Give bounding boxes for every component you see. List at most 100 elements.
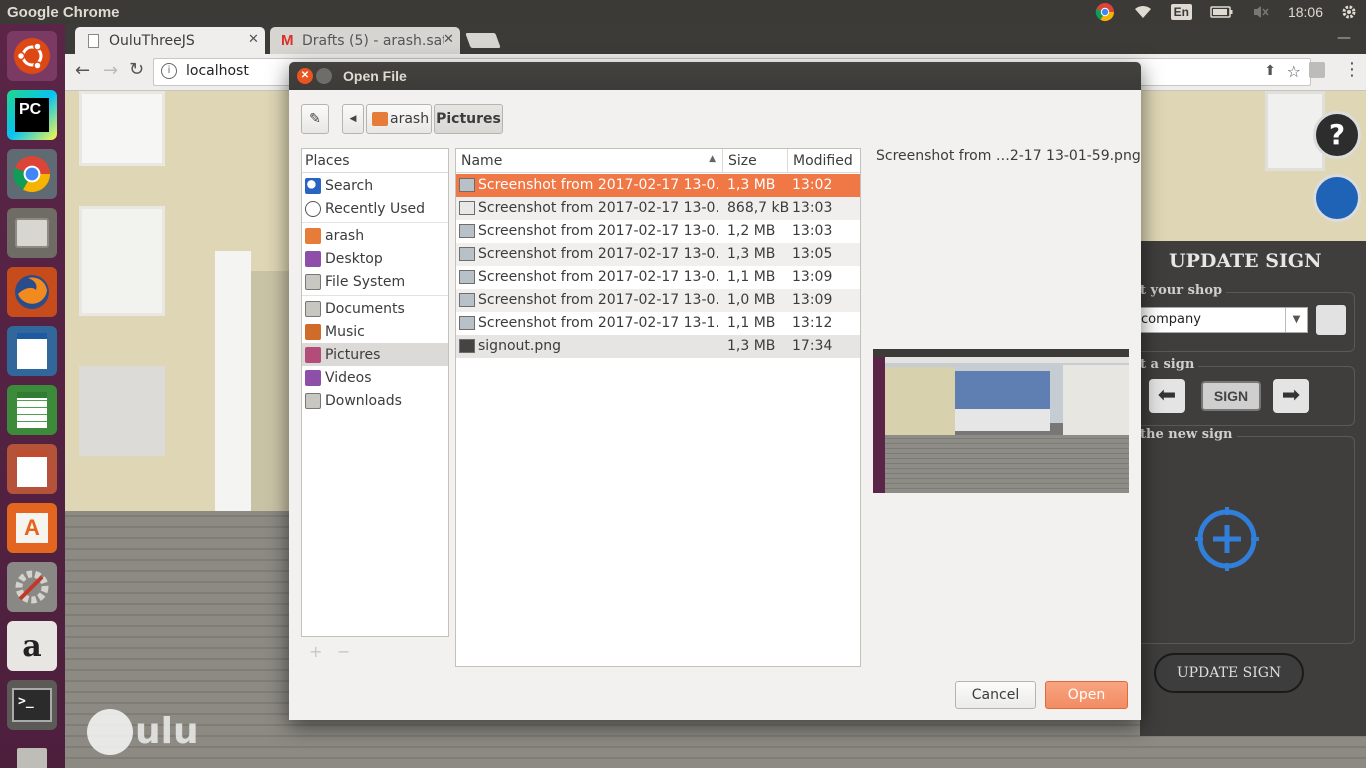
- shop-icon[interactable]: [1316, 305, 1346, 335]
- path-button-arash[interactable]: arash: [366, 104, 432, 134]
- forward-icon[interactable]: →: [103, 60, 118, 81]
- place-home[interactable]: arash: [302, 224, 448, 247]
- place-filesystem[interactable]: File System: [302, 270, 448, 293]
- pin-icon[interactable]: ⬆: [1264, 63, 1276, 79]
- chrome-indicator-icon[interactable]: [1095, 2, 1115, 22]
- arrow-right-icon[interactable]: ➡: [1273, 379, 1309, 413]
- new-tab-button[interactable]: [465, 33, 501, 48]
- file-row[interactable]: Screenshot from 2017-02-17 13-0… 1,2 MB …: [456, 220, 860, 243]
- settings-icon[interactable]: [7, 562, 57, 612]
- writer-icon[interactable]: [7, 326, 57, 376]
- pycharm-icon[interactable]: PC: [7, 90, 57, 140]
- column-label: Name: [461, 153, 503, 169]
- files-icon[interactable]: [7, 208, 57, 258]
- place-music[interactable]: Music: [302, 320, 448, 343]
- user-icon[interactable]: [1313, 174, 1361, 222]
- battery-icon[interactable]: [1210, 5, 1234, 19]
- file-row[interactable]: Screenshot from 2017-02-17 13-0… 1,1 MB …: [456, 266, 860, 289]
- shop-legend: t your shop: [1140, 283, 1227, 298]
- close-icon[interactable]: ✕: [297, 68, 313, 84]
- chrome-icon[interactable]: [7, 149, 57, 199]
- window-controls[interactable]: —: [1337, 30, 1351, 46]
- sign-legend: t a sign: [1140, 357, 1199, 372]
- place-recent[interactable]: Recently Used: [302, 197, 448, 220]
- ubuntu-dash-icon[interactable]: [7, 31, 57, 81]
- firefox-icon[interactable]: [7, 267, 57, 317]
- chevron-down-icon[interactable]: ▼: [1285, 308, 1307, 332]
- file-name: Screenshot from 2017-02-17 13-0…: [478, 177, 718, 193]
- file-row[interactable]: Screenshot from 2017-02-17 13-1… 1,1 MB …: [456, 312, 860, 335]
- place-videos[interactable]: Videos: [302, 366, 448, 389]
- file-name: Screenshot from 2017-02-17 13-0…: [478, 246, 718, 262]
- place-documents[interactable]: Documents: [302, 297, 448, 320]
- menu-icon[interactable]: ⋮: [1343, 59, 1361, 80]
- file-name: Screenshot from 2017-02-17 13-0…: [478, 269, 718, 285]
- extension-icon[interactable]: [1309, 62, 1325, 78]
- path-label: arash: [390, 111, 430, 127]
- help-icon[interactable]: ?: [1313, 111, 1361, 159]
- arrow-left-icon[interactable]: ⬅: [1149, 379, 1185, 413]
- places-sidebar: Places Search Recently Used arash Deskto…: [301, 148, 449, 637]
- cancel-button[interactable]: Cancel: [955, 681, 1036, 709]
- file-row[interactable]: Screenshot from 2017-02-17 13-0… 868,7 k…: [456, 197, 860, 220]
- add-image-icon[interactable]: [1195, 507, 1259, 571]
- update-sign-button[interactable]: UPDATE SIGN: [1154, 653, 1304, 693]
- column-size-header[interactable]: Size: [723, 149, 788, 173]
- reload-icon[interactable]: ↻: [129, 59, 144, 80]
- amazon-icon[interactable]: a: [7, 621, 57, 671]
- terminal-label: >_: [12, 688, 52, 722]
- top-panel: Google Chrome En 18:06: [0, 0, 1366, 24]
- trash-icon[interactable]: [7, 736, 57, 768]
- close-tab-icon[interactable]: ✕: [443, 32, 454, 47]
- terminal-icon[interactable]: >_: [7, 680, 57, 730]
- file-row[interactable]: Screenshot from 2017-02-17 13-0… 1,0 MB …: [456, 289, 860, 312]
- power-gear-icon[interactable]: [1341, 4, 1357, 20]
- places-header: Places: [302, 149, 448, 173]
- column-modified-header[interactable]: Modified: [788, 149, 860, 173]
- path-button-pictures[interactable]: Pictures: [434, 104, 503, 134]
- image-file-icon: [459, 247, 475, 261]
- info-icon[interactable]: i: [161, 63, 177, 79]
- calc-icon[interactable]: [7, 385, 57, 435]
- place-search[interactable]: Search: [302, 174, 448, 197]
- star-icon[interactable]: ☆: [1287, 62, 1301, 81]
- open-button[interactable]: Open: [1045, 681, 1128, 709]
- close-tab-icon[interactable]: ✕: [248, 32, 259, 47]
- edit-location-button[interactable]: ✎: [301, 104, 329, 134]
- file-size: 1,3 MB: [727, 246, 776, 262]
- maximize-icon[interactable]: [316, 68, 332, 84]
- file-modified: 13:09: [792, 292, 833, 308]
- place-pictures[interactable]: Pictures: [302, 343, 448, 366]
- file-row[interactable]: Screenshot from 2017-02-17 13-0… 1,3 MB …: [456, 243, 860, 266]
- column-name-header[interactable]: Name ▲: [456, 149, 723, 173]
- place-label: File System: [325, 273, 406, 290]
- tab-oulu[interactable]: OuluThreeJS ✕: [75, 27, 265, 54]
- add-bookmark-button[interactable]: +: [309, 642, 322, 661]
- file-row[interactable]: signout.png 1,3 MB 17:34: [456, 335, 860, 358]
- pycharm-label: PC: [15, 98, 49, 132]
- place-downloads[interactable]: Downloads: [302, 389, 448, 412]
- path-back-button[interactable]: ◀: [342, 104, 364, 134]
- keyboard-layout-indicator[interactable]: En: [1170, 4, 1192, 20]
- volume-muted-icon[interactable]: [1252, 4, 1270, 20]
- logo-cube-icon: [87, 709, 133, 755]
- page-icon: [88, 34, 99, 48]
- place-desktop[interactable]: Desktop: [302, 247, 448, 270]
- wifi-icon[interactable]: [1133, 4, 1153, 20]
- drive-icon: [305, 273, 321, 290]
- active-app-name: Google Chrome: [7, 3, 120, 21]
- shop-fieldset: t your shop company ▼: [1140, 283, 1355, 352]
- place-label: Downloads: [325, 392, 402, 409]
- shop-select[interactable]: company ▼: [1140, 307, 1308, 333]
- software-center-icon[interactable]: A: [7, 503, 57, 553]
- tab-drafts[interactable]: M Drafts (5) - arash.satt ✕: [270, 27, 460, 54]
- clock[interactable]: 18:06: [1288, 4, 1323, 20]
- file-modified: 13:03: [792, 200, 833, 216]
- file-row[interactable]: Screenshot from 2017-02-17 13-0… 1,3 MB …: [456, 174, 860, 197]
- file-size: 1,3 MB: [727, 177, 776, 193]
- impress-icon[interactable]: [7, 444, 57, 494]
- remove-bookmark-button[interactable]: −: [337, 642, 350, 661]
- update-sign-panel: UPDATE SIGN t your shop company ▼ t a si…: [1140, 241, 1366, 736]
- file-modified: 13:09: [792, 269, 833, 285]
- back-icon[interactable]: ←: [75, 60, 90, 81]
